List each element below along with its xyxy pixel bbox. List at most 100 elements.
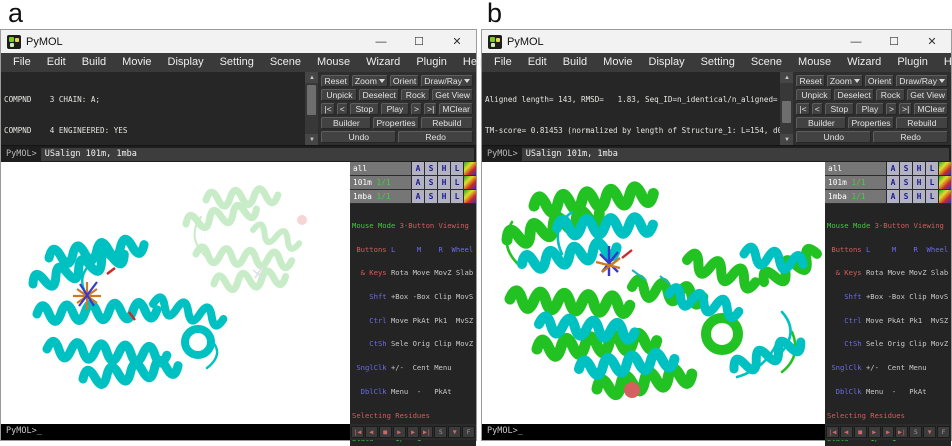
- color-menu-button[interactable]: C: [939, 190, 951, 203]
- menu-mouse[interactable]: Mouse: [790, 53, 839, 72]
- movie-play-icon[interactable]: ▶: [868, 426, 881, 438]
- movie-back-icon[interactable]: ◀: [840, 426, 853, 438]
- label-menu-button[interactable]: L: [926, 162, 938, 175]
- movie-stop-icon[interactable]: ■: [854, 426, 867, 438]
- scroll-down-icon[interactable]: ▼: [780, 134, 793, 145]
- viewer-command-prompt[interactable]: PyMOL>_: [482, 424, 825, 440]
- properties-button[interactable]: Properties: [848, 117, 893, 129]
- rock-button[interactable]: Rock: [401, 89, 430, 101]
- color-menu-button[interactable]: C: [464, 162, 476, 175]
- object-row-101m[interactable]: 101m 1/1 A S H L C: [350, 176, 476, 189]
- menu-help[interactable]: Help: [936, 53, 952, 72]
- minimize-button[interactable]: —: [362, 30, 400, 53]
- hide-menu-button[interactable]: H: [438, 176, 450, 189]
- movie-f-button[interactable]: F: [937, 426, 950, 438]
- menu-build[interactable]: Build: [74, 53, 114, 72]
- object-row-all[interactable]: all A S H L C: [350, 162, 476, 175]
- zoom-dropdown[interactable]: Zoom: [352, 75, 388, 87]
- close-button[interactable]: ✕: [913, 30, 951, 53]
- movie-forward-button[interactable]: >: [886, 103, 897, 115]
- menu-movie[interactable]: Movie: [114, 53, 159, 72]
- movie-f-button[interactable]: F: [462, 426, 475, 438]
- hide-menu-button[interactable]: H: [438, 190, 450, 203]
- menu-display[interactable]: Display: [641, 53, 693, 72]
- command-input[interactable]: USalign 101m, 1mba: [522, 148, 949, 161]
- movie-play-button[interactable]: Play: [381, 103, 409, 115]
- movie-forward-icon[interactable]: ▶: [407, 426, 420, 438]
- zoom-dropdown[interactable]: Zoom: [827, 75, 863, 87]
- draw-ray-dropdown[interactable]: Draw/Ray: [896, 75, 948, 87]
- maximize-button[interactable]: ☐: [400, 30, 438, 53]
- color-menu-button[interactable]: C: [939, 162, 951, 175]
- movie-s-button[interactable]: S: [909, 426, 922, 438]
- menu-setting[interactable]: Setting: [212, 53, 262, 72]
- menu-file[interactable]: File: [5, 53, 39, 72]
- minimize-button[interactable]: —: [837, 30, 875, 53]
- menu-wizard[interactable]: Wizard: [358, 53, 408, 72]
- undo-button[interactable]: Undo: [796, 131, 871, 143]
- redo-button[interactable]: Redo: [873, 131, 948, 143]
- movie-first-button[interactable]: |<: [321, 103, 334, 115]
- movie-first-button[interactable]: |<: [796, 103, 809, 115]
- movie-last-icon[interactable]: ▶|: [895, 426, 908, 438]
- label-menu-button[interactable]: L: [926, 176, 938, 189]
- action-menu-button[interactable]: A: [887, 162, 899, 175]
- movie-play-button[interactable]: Play: [856, 103, 884, 115]
- object-row-1mba[interactable]: 1mba 1/1 A S H L C: [825, 190, 951, 203]
- movie-last-button[interactable]: >|: [424, 103, 437, 115]
- color-menu-button[interactable]: C: [939, 176, 951, 189]
- hide-menu-button[interactable]: H: [913, 176, 925, 189]
- show-menu-button[interactable]: S: [900, 162, 912, 175]
- menu-edit[interactable]: Edit: [520, 53, 555, 72]
- viewport-3d[interactable]: [1, 162, 350, 424]
- action-menu-button[interactable]: A: [412, 176, 424, 189]
- show-menu-button[interactable]: S: [900, 176, 912, 189]
- deselect-button[interactable]: Deselect: [359, 89, 398, 101]
- scroll-up-icon[interactable]: ▲: [780, 72, 793, 83]
- color-menu-button[interactable]: C: [464, 176, 476, 189]
- show-menu-button[interactable]: S: [425, 176, 437, 189]
- reset-button[interactable]: Reset: [321, 75, 349, 87]
- unpick-button[interactable]: Unpick: [796, 89, 832, 101]
- rebuild-button[interactable]: Rebuild: [896, 117, 948, 129]
- console-scrollbar[interactable]: ▲ ▼: [305, 72, 318, 145]
- movie-loop-icon[interactable]: ▼: [923, 426, 936, 438]
- orient-button[interactable]: Orient: [390, 75, 419, 87]
- scrollbar-thumb[interactable]: [782, 101, 791, 123]
- object-row-all[interactable]: all A S H L C: [825, 162, 951, 175]
- movie-last-icon[interactable]: ▶|: [420, 426, 433, 438]
- label-menu-button[interactable]: L: [451, 162, 463, 175]
- console-scrollbar[interactable]: ▲ ▼: [780, 72, 793, 145]
- movie-s-button[interactable]: S: [434, 426, 447, 438]
- properties-button[interactable]: Properties: [373, 117, 418, 129]
- menu-build[interactable]: Build: [555, 53, 595, 72]
- viewport-3d[interactable]: [482, 162, 825, 424]
- action-menu-button[interactable]: A: [887, 176, 899, 189]
- draw-ray-dropdown[interactable]: Draw/Ray: [421, 75, 473, 87]
- scrollbar-thumb[interactable]: [307, 85, 316, 115]
- get-view-button[interactable]: Get View: [432, 89, 473, 101]
- menu-edit[interactable]: Edit: [39, 53, 74, 72]
- label-menu-button[interactable]: L: [926, 190, 938, 203]
- builder-button[interactable]: Builder: [321, 117, 371, 129]
- scroll-up-icon[interactable]: ▲: [305, 72, 318, 83]
- movie-stop-button[interactable]: Stop: [350, 103, 379, 115]
- rock-button[interactable]: Rock: [876, 89, 905, 101]
- movie-first-icon[interactable]: |◀: [826, 426, 839, 438]
- hide-menu-button[interactable]: H: [913, 162, 925, 175]
- movie-play-icon[interactable]: ▶: [393, 426, 406, 438]
- builder-button[interactable]: Builder: [796, 117, 846, 129]
- movie-loop-icon[interactable]: ▼: [448, 426, 461, 438]
- movie-first-icon[interactable]: |◀: [351, 426, 364, 438]
- mclear-button[interactable]: MClear: [914, 103, 948, 115]
- show-menu-button[interactable]: S: [425, 190, 437, 203]
- menu-setting[interactable]: Setting: [693, 53, 743, 72]
- object-row-1mba[interactable]: 1mba 1/1 A S H L C: [350, 190, 476, 203]
- redo-button[interactable]: Redo: [398, 131, 473, 143]
- scroll-down-icon[interactable]: ▼: [305, 134, 318, 145]
- action-menu-button[interactable]: A: [887, 190, 899, 203]
- label-menu-button[interactable]: L: [451, 176, 463, 189]
- movie-forward-button[interactable]: >: [411, 103, 422, 115]
- viewer-command-prompt[interactable]: PyMOL>_: [1, 424, 350, 440]
- unpick-button[interactable]: Unpick: [321, 89, 357, 101]
